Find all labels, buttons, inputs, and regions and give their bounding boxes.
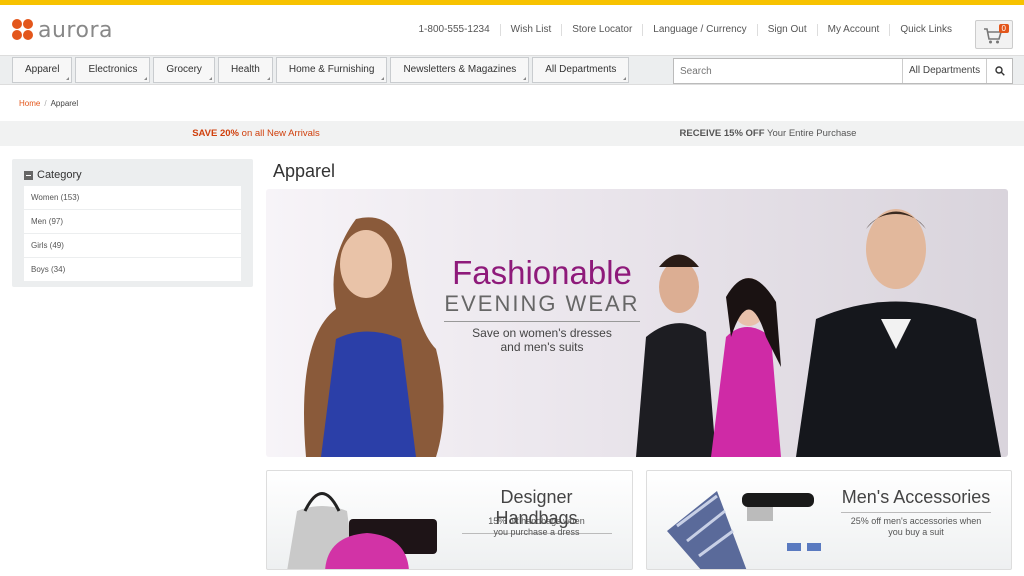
tile-description: 15% off handbags when you purchase a dre… (462, 516, 612, 538)
tile-description-line2: you purchase a dress (493, 527, 580, 537)
promo-left-strong: SAVE 20% (192, 128, 240, 139)
brand-name: aurora (38, 17, 113, 43)
collapse-icon (24, 170, 33, 180)
breadcrumb: Home / Apparel (0, 85, 1024, 121)
category-men[interactable]: Men (97) (24, 210, 241, 233)
category-boys[interactable]: Boys (34) (24, 258, 241, 281)
accessories-image (666, 491, 821, 569)
nav-electronics[interactable]: Electronics (75, 57, 151, 83)
breadcrumb-home-link[interactable]: Home (19, 99, 40, 108)
hero-subtitle: EVENING WEAR (444, 291, 640, 322)
logo[interactable]: aurora (12, 18, 113, 43)
nav-home-furnishing[interactable]: Home & Furnishing (275, 57, 388, 83)
sign-out-link[interactable]: Sign Out (758, 24, 818, 36)
hero-banner[interactable]: Fashionable EVENING WEAR Save on women's… (266, 189, 1008, 457)
promo-right-strong: RECEIVE 15% OFF (679, 128, 765, 139)
phone-number: 1-800-555-1234 (409, 24, 501, 36)
hero-description-line2: and men's suits (500, 340, 584, 354)
hero-title: Fashionable (452, 254, 632, 291)
language-currency-link[interactable]: Language / Currency (643, 24, 758, 36)
page-title: Apparel (273, 161, 336, 181)
quick-links-menu[interactable]: Quick Links (890, 24, 962, 36)
nav-all-departments[interactable]: All Departments (532, 57, 630, 83)
nav-grocery[interactable]: Grocery (153, 57, 215, 83)
category-header[interactable]: Category (18, 165, 247, 185)
tile-title: Men's Accessories (841, 487, 991, 513)
man-model-image (796, 209, 1001, 457)
search-input[interactable] (674, 59, 902, 83)
breadcrumb-current: Apparel (50, 98, 79, 108)
category-content: Apparel Fashionable EVENING WEAR Save on… (266, 159, 1012, 570)
cart-count-badge: 0 (998, 24, 1009, 33)
promo-banner: SAVE 20% on all New Arrivals RECEIVE 15%… (0, 121, 1024, 146)
department-nav: Apparel Electronics Grocery Health Home … (0, 55, 1024, 85)
woman-model-image (304, 217, 444, 457)
couple-models-image (636, 254, 781, 457)
search-department-value: All Departments (909, 65, 981, 76)
nav-apparel[interactable]: Apparel (12, 57, 73, 83)
nav-newsletters-magazines[interactable]: Newsletters & Magazines (390, 57, 530, 83)
tile-description-line2: you buy a suit (888, 527, 944, 537)
hero-text: Fashionable EVENING WEAR Save on women's… (444, 255, 640, 354)
tile-description-line1: 25% off men's accessories when (850, 516, 982, 526)
category-women[interactable]: Women (153) (24, 186, 241, 209)
tile-description-line1: 15% off handbags when (488, 516, 585, 526)
promo-left-text: on all New Arrivals (239, 128, 320, 139)
nav-health[interactable]: Health (217, 57, 273, 83)
my-account-link[interactable]: My Account (818, 24, 891, 36)
site-header: aurora 1-800-555-1234 Wish List Store Lo… (0, 5, 1024, 55)
cart-button[interactable]: 0 (975, 20, 1013, 49)
hero-description: Save on women's dresses and men's suits (444, 326, 640, 354)
promo-entire-purchase[interactable]: RECEIVE 15% OFF Your Entire Purchase (512, 128, 1024, 139)
promo-new-arrivals[interactable]: SAVE 20% on all New Arrivals (0, 128, 512, 139)
category-title: Category (37, 169, 82, 181)
handbags-image (287, 492, 437, 569)
aurora-logo-icon (12, 19, 34, 41)
mens-accessories-tile[interactable]: Men's Accessories 25% off men's accessor… (645, 470, 1012, 570)
promo-right-text: Your Entire Purchase (764, 128, 857, 139)
hero-description-line1: Save on women's dresses (472, 326, 612, 340)
search-button[interactable] (986, 59, 1012, 83)
category-sidebar: Category Women (153) Men (97) Girls (49)… (12, 159, 253, 287)
utility-links: 1-800-555-1234 Wish List Store Locator L… (409, 24, 963, 36)
search-icon (994, 66, 1005, 76)
tile-description: 25% off men's accessories when you buy a… (841, 516, 991, 538)
designer-handbags-tile[interactable]: Designer Handbags 15% off handbags when … (266, 470, 633, 570)
store-locator-link[interactable]: Store Locator (562, 24, 644, 36)
wish-list-link[interactable]: Wish List (501, 24, 563, 36)
search-department-select[interactable]: All Departments (902, 59, 986, 83)
category-girls[interactable]: Girls (49) (24, 234, 241, 257)
search-bar: All Departments (673, 58, 1013, 84)
breadcrumb-separator: / (44, 98, 47, 108)
main-content: Category Women (153) Men (97) Girls (49)… (0, 146, 1024, 570)
promo-tiles: Designer Handbags 15% off handbags when … (266, 470, 1012, 570)
